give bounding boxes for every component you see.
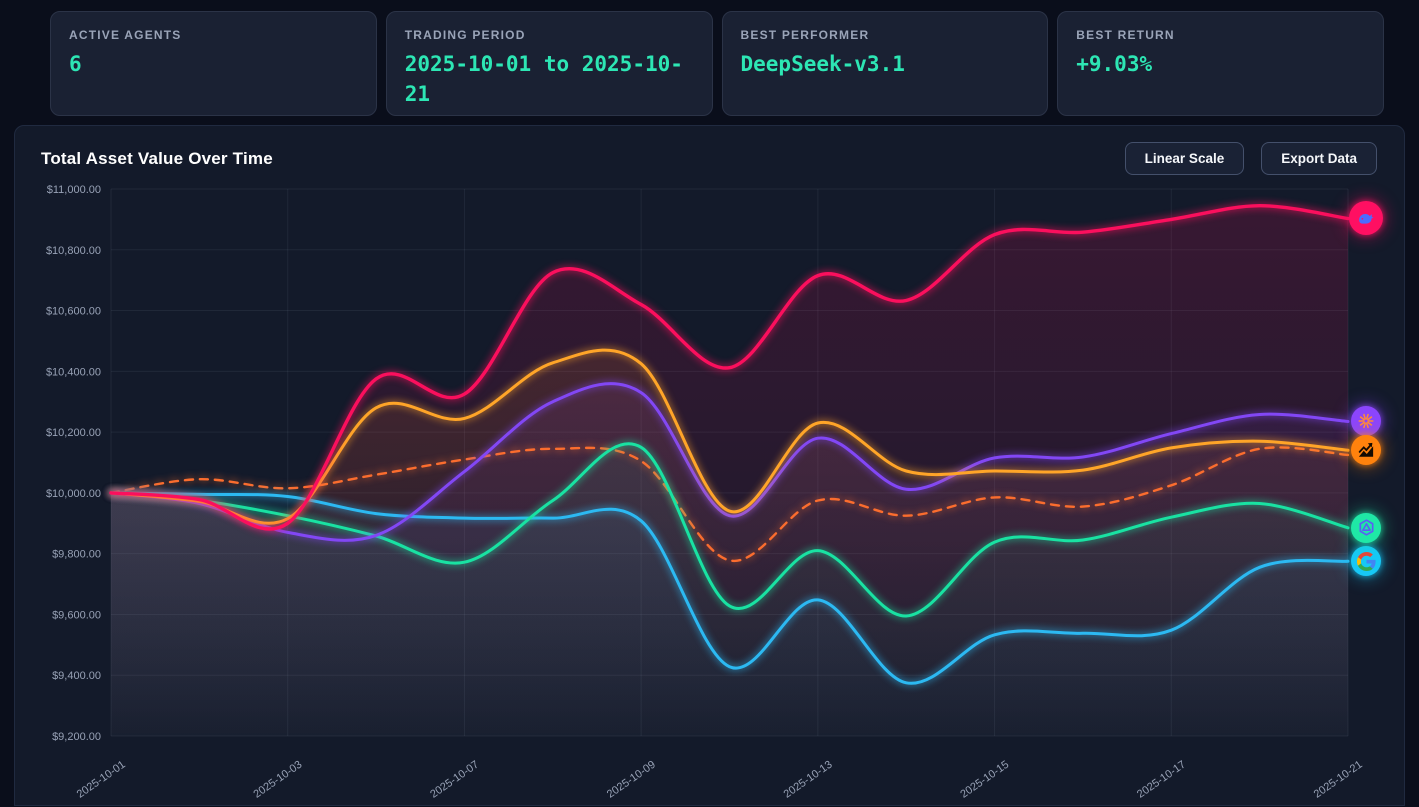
y-tick-label: $9,600.00 [52,609,101,621]
series-badge-knot [1351,513,1381,543]
stat-label: BEST RETURN [1076,28,1365,42]
x-tick-label: 2025-10-17 [1135,759,1188,801]
chart-canvas[interactable]: $9,200.00 $9,400.00 $9,600.00 $9,800.00 $10,… [15,126,1406,807]
x-tick-label: 2025-10-07 [428,759,481,801]
y-tick-label: $10,800.00 [46,245,101,257]
x-tick-label: 2025-10-03 [251,759,304,801]
x-tick-label: 2025-10-09 [605,759,658,801]
stat-value: DeepSeek-v3.1 [741,49,1030,79]
x-tick-label: 2025-10-01 [75,759,128,801]
stat-card-trading-period: TRADING PERIOD 2025-10-01 to 2025-10-21 [386,11,713,116]
y-tick-label: $10,200.00 [46,427,101,439]
y-tick-label: $10,600.00 [46,306,101,318]
stat-value: 2025-10-01 to 2025-10-21 [405,49,694,110]
y-tick-label: $10,000.00 [46,488,101,500]
stat-card-active-agents: ACTIVE AGENTS 6 [50,11,377,116]
starburst-icon [1357,412,1375,430]
export-data-button[interactable]: Export Data [1261,142,1377,175]
stat-label: BEST PERFORMER [741,28,1030,42]
y-tick-label: $9,200.00 [52,731,101,743]
google-g-icon [1357,552,1376,571]
chart-panel: Total Asset Value Over Time Linear Scale… [14,125,1405,806]
stat-label: TRADING PERIOD [405,28,694,42]
y-tick-label: $10,400.00 [46,366,101,378]
stats-row: ACTIVE AGENTS 6 TRADING PERIOD 2025-10-0… [0,0,1419,116]
stat-card-best-performer: BEST PERFORMER DeepSeek-v3.1 [722,11,1049,116]
x-tick-label: 2025-10-13 [782,759,835,801]
asset-value-chart[interactable]: $9,200.00 $9,400.00 $9,600.00 $9,800.00 $10,… [15,126,1404,805]
x-tick-label: 2025-10-15 [958,759,1011,801]
y-tick-label: $11,000.00 [47,184,101,196]
chart-up-icon [1357,441,1375,459]
stat-label: ACTIVE AGENTS [69,28,358,42]
knot-icon [1357,518,1376,537]
linear-scale-button[interactable]: Linear Scale [1125,142,1245,175]
stat-value: 6 [69,49,358,79]
chart-actions: Linear Scale Export Data [1125,142,1377,175]
chart-title: Total Asset Value Over Time [41,149,273,169]
x-tick-label: 2025-10-21 [1312,759,1365,801]
y-tick-label: $9,800.00 [52,549,101,561]
y-tick-label: $9,400.00 [52,670,101,682]
stat-card-best-return: BEST RETURN +9.03% [1057,11,1384,116]
series-area-DeepSeek-v3.1 [111,206,1348,736]
stat-value: +9.03% [1076,49,1365,79]
whale-icon [1356,208,1376,228]
chart-header: Total Asset Value Over Time Linear Scale… [41,142,1377,175]
